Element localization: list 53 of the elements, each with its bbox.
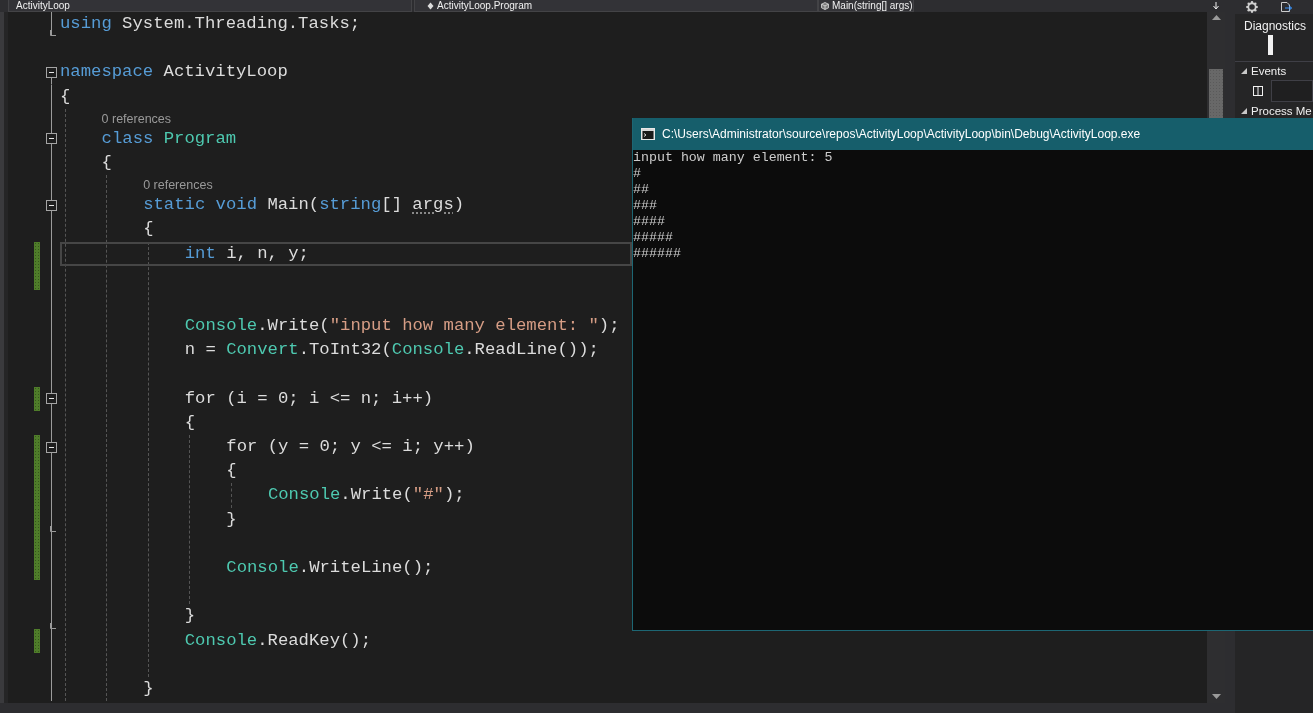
code-line: { <box>184 411 196 434</box>
code-line: n = Convert.ToInt32(Console.ReadLine()); <box>184 339 599 362</box>
window-title: C:\Users\Administrator\source\repos\ActivityLoop\ActivityLoop\bin\Debug\ActivityLoop.exe <box>662 127 1141 141</box>
code-lens[interactable]: 0 references <box>101 108 172 127</box>
code-lens[interactable]: 0 references <box>143 175 213 194</box>
code-line: Console.ReadKey(); <box>184 629 372 652</box>
code-line: } <box>143 677 154 700</box>
console-output-line: # <box>633 166 641 182</box>
code-line: { <box>143 218 154 241</box>
code-line: } <box>184 605 196 628</box>
scroll-down-icon[interactable] <box>1211 694 1221 699</box>
console-output-line: #### <box>633 214 665 230</box>
section-header[interactable]: Process Me <box>1235 104 1312 118</box>
console-output-line: ## <box>633 182 649 198</box>
collapse-icon[interactable] <box>45 133 57 145</box>
code-line: using System.Threading.Tasks; <box>60 13 361 35</box>
code-line: class Program <box>101 127 237 150</box>
timeline-bar <box>1268 35 1273 55</box>
code-line: { <box>60 85 71 108</box>
code-line: { <box>101 151 112 174</box>
document-arrow-icon[interactable] <box>1280 1 1292 13</box>
arrow-down-icon[interactable] <box>1212 2 1220 10</box>
code-line: static void Main(string[] args) <box>143 194 465 217</box>
navigation-dropdown[interactable]: ActivityLoop <box>8 0 412 12</box>
section-header[interactable]: Events <box>1235 64 1287 78</box>
collapse-icon[interactable] <box>45 441 57 453</box>
console-output-line: input how many element: 5 <box>633 150 833 166</box>
settings-icon[interactable] <box>1246 1 1258 13</box>
code-line: Console.Write("input how many element: "); <box>184 315 620 338</box>
terminal-icon <box>641 128 655 140</box>
console-output-line: ### <box>633 198 657 214</box>
code-line: { <box>226 460 237 483</box>
code-line: } <box>226 508 237 531</box>
console-output-line: ##### <box>633 230 673 246</box>
scrollbar-thumb[interactable] <box>1209 69 1223 118</box>
filter-field[interactable] <box>1271 80 1313 102</box>
code-line: for (i = 0; i <= n; i++) <box>184 387 434 410</box>
diamond-icon <box>427 1 434 10</box>
code-line: Console.Write("#"); <box>267 484 465 507</box>
collapse-icon[interactable] <box>45 66 57 78</box>
navigation-dropdown[interactable]: ActivityLoop.Program <box>414 0 818 12</box>
code-line: namespace ActivityLoop <box>60 61 288 84</box>
console-output-line: ###### <box>633 246 681 262</box>
code-line: Console.WriteLine(); <box>226 556 434 579</box>
panel-title: Diagnostics <box>1243 18 1307 34</box>
cube-icon <box>821 1 829 10</box>
collapse-icon[interactable] <box>45 393 57 405</box>
scroll-up-icon[interactable] <box>1211 15 1221 20</box>
navigation-dropdown[interactable]: Main(string[] args) <box>818 0 914 12</box>
code-line: for (y = 0; y <= i; y++) <box>226 436 475 458</box>
code-line: int i, n, y; <box>59 241 632 266</box>
collapse-icon[interactable] <box>45 199 57 211</box>
columns-icon[interactable] <box>1252 85 1264 97</box>
